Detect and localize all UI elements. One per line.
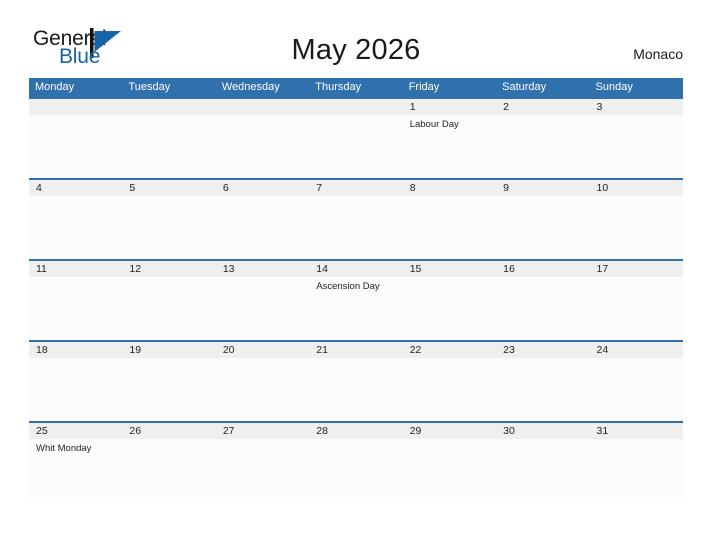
day-number[interactable]: 10 — [590, 180, 683, 196]
day-number[interactable]: 24 — [590, 342, 683, 358]
day-number[interactable]: 23 — [496, 342, 589, 358]
day-number[interactable]: 13 — [216, 261, 309, 277]
day-number[interactable]: 22 — [403, 342, 496, 358]
day-number[interactable]: 12 — [122, 261, 215, 277]
day-event[interactable] — [590, 115, 683, 178]
weekday-header-tuesday: Tuesday — [128, 81, 171, 93]
week-date-band: 25 26 27 28 29 30 31 — [29, 423, 683, 439]
week-row: 18 19 20 21 22 23 24 — [29, 340, 683, 421]
week-row: 1 2 3 Labour Day — [29, 97, 683, 178]
day-number[interactable]: 4 — [29, 180, 122, 196]
week-date-band: 4 5 6 7 8 9 10 — [29, 180, 683, 196]
day-event[interactable] — [216, 439, 309, 502]
day-number[interactable]: 16 — [496, 261, 589, 277]
day-number[interactable]: 14 — [309, 261, 402, 277]
week-date-band: 1 2 3 — [29, 99, 683, 115]
day-event[interactable] — [590, 358, 683, 421]
week-date-band: 18 19 20 21 22 23 24 — [29, 342, 683, 358]
day-event[interactable] — [216, 196, 309, 259]
day-event[interactable] — [309, 115, 402, 178]
week-date-band: 11 12 13 14 15 16 17 — [29, 261, 683, 277]
week-event-band: Ascension Day — [29, 277, 683, 340]
day-event[interactable] — [29, 115, 122, 178]
week-row: 11 12 13 14 15 16 17 Ascension Day — [29, 259, 683, 340]
weekday-header-wednesday: Wednesday — [221, 81, 280, 93]
day-event[interactable] — [29, 277, 122, 340]
day-event[interactable] — [496, 439, 589, 502]
day-number[interactable]: 9 — [496, 180, 589, 196]
day-number[interactable] — [216, 99, 309, 115]
week-event-band — [29, 358, 683, 421]
day-event[interactable] — [309, 358, 402, 421]
day-event[interactable] — [590, 196, 683, 259]
day-number[interactable]: 18 — [29, 342, 122, 358]
day-event[interactable] — [29, 358, 122, 421]
day-event[interactable] — [403, 277, 496, 340]
day-event[interactable] — [403, 439, 496, 502]
day-number[interactable]: 20 — [216, 342, 309, 358]
week-event-band: Labour Day — [29, 115, 683, 178]
day-number[interactable] — [309, 99, 402, 115]
day-event[interactable] — [216, 277, 309, 340]
page-header-bar: General Blue May 2026 Monaco — [0, 0, 712, 68]
day-event[interactable]: Whit Monday — [29, 439, 122, 502]
week-event-band — [29, 196, 683, 259]
day-number[interactable]: 2 — [496, 99, 589, 115]
day-number[interactable]: 7 — [309, 180, 402, 196]
day-event[interactable] — [309, 439, 402, 502]
week-event-band: Whit Monday — [29, 439, 683, 502]
day-number[interactable]: 11 — [29, 261, 122, 277]
day-event[interactable] — [496, 277, 589, 340]
day-event[interactable]: Ascension Day — [309, 277, 402, 340]
weekday-header-sunday: Sunday — [595, 81, 633, 93]
day-number[interactable]: 3 — [590, 99, 683, 115]
day-number[interactable]: 21 — [309, 342, 402, 358]
day-number[interactable]: 19 — [122, 342, 215, 358]
week-row: 4 5 6 7 8 9 10 — [29, 178, 683, 259]
day-number[interactable] — [122, 99, 215, 115]
day-number[interactable]: 27 — [216, 423, 309, 439]
day-event[interactable] — [496, 115, 589, 178]
day-event[interactable] — [122, 439, 215, 502]
day-event[interactable] — [590, 439, 683, 502]
weekday-header-friday: Friday — [408, 81, 440, 93]
day-number[interactable]: 31 — [590, 423, 683, 439]
day-event[interactable] — [496, 358, 589, 421]
day-event[interactable] — [122, 358, 215, 421]
month-calendar: Monday Tuesday Wednesday Thursday Friday… — [29, 78, 683, 502]
weekday-header-saturday: Saturday — [502, 81, 547, 93]
day-number[interactable]: 26 — [122, 423, 215, 439]
day-number[interactable]: 15 — [403, 261, 496, 277]
weekday-header-row: Monday Tuesday Wednesday Thursday Friday… — [29, 78, 683, 97]
day-event[interactable] — [216, 115, 309, 178]
day-event[interactable] — [403, 358, 496, 421]
day-event[interactable] — [403, 196, 496, 259]
day-number[interactable] — [29, 99, 122, 115]
day-number[interactable]: 30 — [496, 423, 589, 439]
day-number[interactable]: 28 — [309, 423, 402, 439]
day-number[interactable]: 25 — [29, 423, 122, 439]
day-event[interactable] — [122, 277, 215, 340]
week-row: 25 26 27 28 29 30 31 Whit Monday — [29, 421, 683, 502]
day-event[interactable] — [29, 196, 122, 259]
day-number[interactable]: 17 — [590, 261, 683, 277]
day-event[interactable] — [309, 196, 402, 259]
day-event[interactable] — [122, 196, 215, 259]
page-title: May 2026 — [291, 34, 421, 66]
day-number[interactable]: 5 — [122, 180, 215, 196]
day-number[interactable]: 1 — [403, 99, 496, 115]
day-event[interactable] — [216, 358, 309, 421]
day-event[interactable] — [496, 196, 589, 259]
weekday-header-monday: Monday — [35, 81, 75, 93]
day-event[interactable] — [590, 277, 683, 340]
day-number[interactable]: 29 — [403, 423, 496, 439]
day-event[interactable] — [122, 115, 215, 178]
day-number[interactable]: 8 — [403, 180, 496, 196]
weekday-header-thursday: Thursday — [315, 81, 362, 93]
region-label: Monaco — [633, 46, 683, 62]
day-event[interactable]: Labour Day — [403, 115, 496, 178]
day-number[interactable]: 6 — [216, 180, 309, 196]
